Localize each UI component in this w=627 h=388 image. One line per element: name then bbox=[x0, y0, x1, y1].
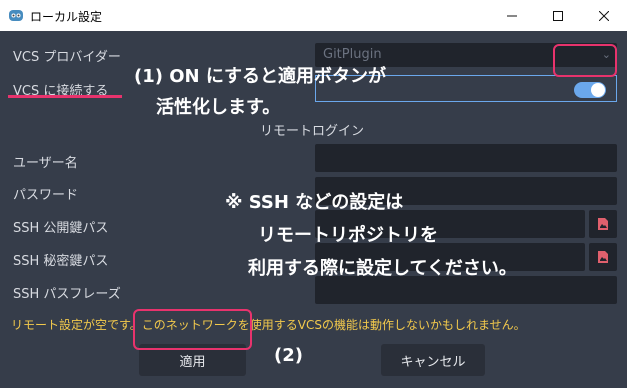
godot-icon bbox=[9, 10, 23, 21]
vcs-provider-label: VCS プロバイダー bbox=[13, 50, 121, 65]
vcs-provider-value: GitPlugin bbox=[323, 47, 382, 62]
warning-message: リモート設定が空です。このネットワークを使用するVCSの機能は動作しないかもしれ… bbox=[11, 318, 526, 332]
ssh-private-key-browse-button[interactable] bbox=[589, 243, 617, 271]
remote-login-section-title: リモートログイン bbox=[260, 124, 365, 139]
vcs-connect-toggle[interactable] bbox=[574, 82, 606, 98]
username-label: ユーザー名 bbox=[13, 156, 78, 171]
annotation-toggle-outline bbox=[553, 44, 617, 77]
window-title: ローカル設定 bbox=[30, 10, 103, 24]
file-icon bbox=[598, 218, 608, 230]
toggle-knob bbox=[591, 83, 605, 97]
ssh-passphrase-label: SSH パスフレーズ bbox=[13, 287, 121, 302]
close-button[interactable] bbox=[581, 0, 627, 31]
maximize-icon bbox=[553, 10, 563, 21]
maximize-button[interactable] bbox=[535, 0, 581, 31]
annotation-apply-outline bbox=[133, 309, 252, 350]
ssh-public-key-browse-button[interactable] bbox=[589, 210, 617, 238]
annotation-step1-line1: (1) ON にすると適用ボタンが bbox=[134, 66, 387, 87]
minimize-icon bbox=[507, 15, 517, 16]
minimize-button[interactable] bbox=[489, 0, 535, 31]
annotation-step2: (2) bbox=[274, 345, 303, 366]
close-icon bbox=[599, 10, 609, 21]
annotation-ssh-line3: 利用する際に設定してください。 bbox=[248, 258, 517, 279]
annotation-step1-line2: 活性化します。 bbox=[156, 97, 281, 118]
cancel-button[interactable]: キャンセル bbox=[381, 344, 485, 376]
annotation-ssh-line1: ※ SSH などの設定は bbox=[225, 192, 404, 213]
ssh-private-key-label: SSH 秘密鍵パス bbox=[13, 254, 109, 269]
password-label: パスワード bbox=[13, 188, 79, 203]
title-bar: ローカル設定 bbox=[0, 0, 627, 32]
username-input[interactable] bbox=[315, 144, 617, 172]
annotation-underline bbox=[8, 95, 122, 98]
annotation-ssh-line2: リモートリポジトリを bbox=[258, 225, 438, 246]
ssh-passphrase-input[interactable] bbox=[315, 276, 617, 304]
file-icon bbox=[598, 251, 608, 263]
ssh-public-key-label: SSH 公開鍵パス bbox=[13, 221, 109, 236]
